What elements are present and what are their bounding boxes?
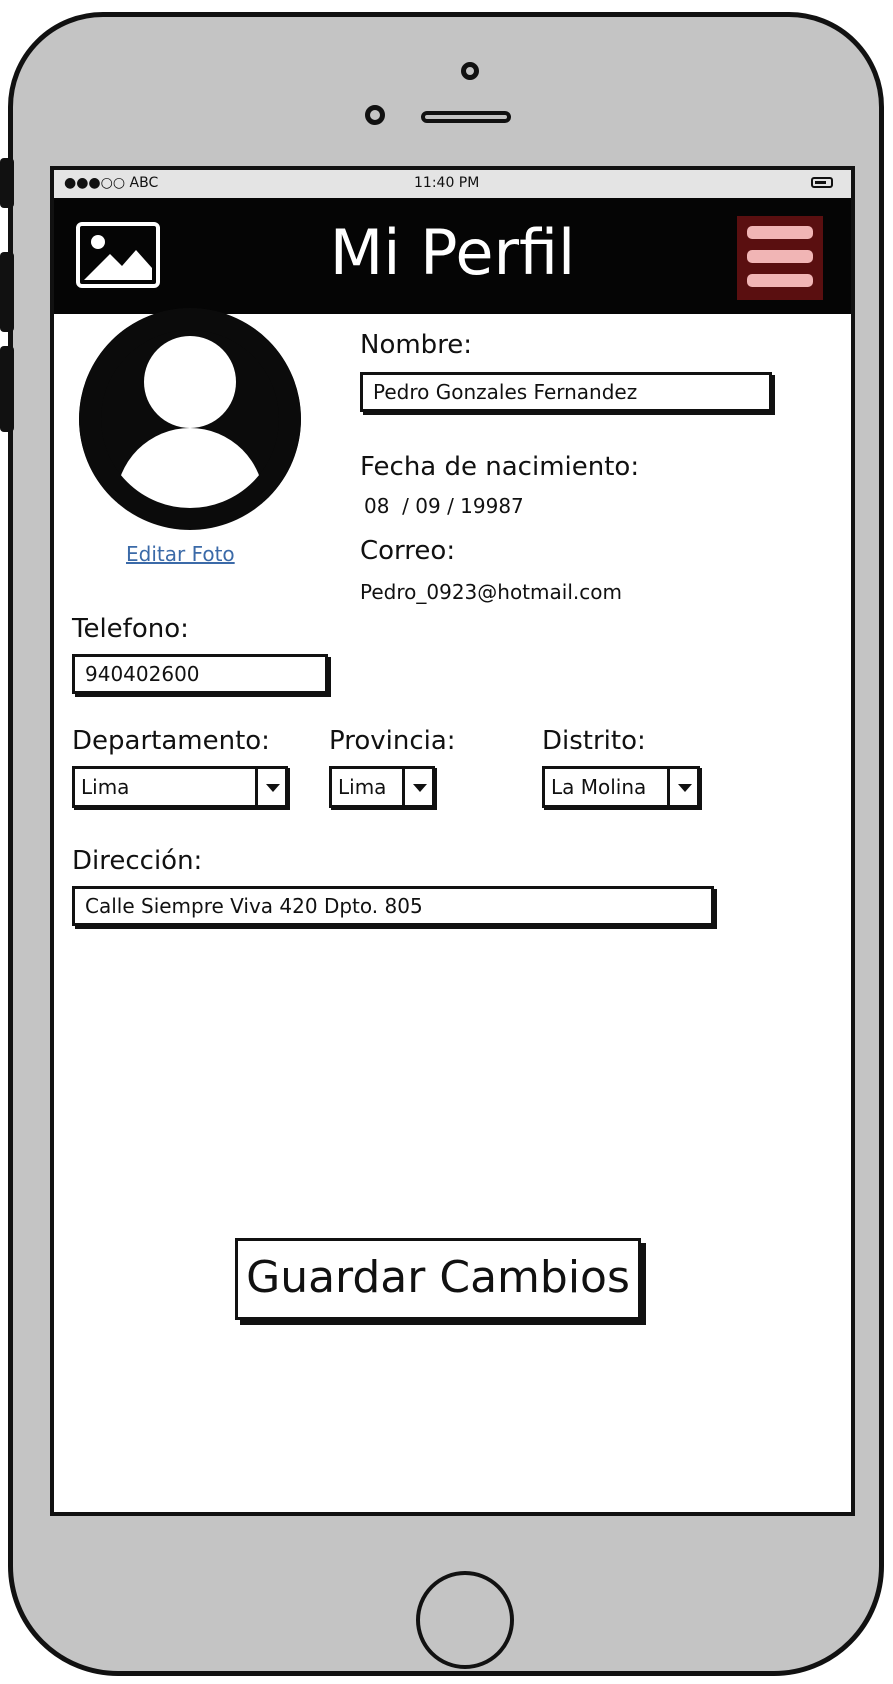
departamento-value: Lima (81, 775, 130, 799)
nombre-label: Nombre: (360, 330, 473, 360)
proximity-sensor (365, 105, 385, 125)
header-bar: Mi Perfil (54, 198, 851, 314)
page-title: Mi Perfil (329, 216, 576, 289)
provincia-label: Provincia: (329, 726, 456, 756)
front-camera (461, 62, 479, 80)
nombre-field[interactable]: Pedro Gonzales Fernandez (360, 372, 772, 412)
mute-switch[interactable] (0, 158, 14, 208)
status-time: 11:40 PM (414, 175, 480, 191)
earpiece-speaker (421, 111, 511, 123)
chevron-down-icon[interactable] (667, 769, 697, 805)
telefono-label: Telefono: (72, 614, 189, 644)
home-button[interactable] (416, 1571, 514, 1669)
save-changes-button[interactable]: Guardar Cambios (235, 1238, 641, 1320)
hamburger-menu-icon[interactable] (737, 216, 823, 300)
status-bar: ●●●○○ ABC 11:40 PM (54, 170, 851, 198)
fecha-label: Fecha de nacimiento: (360, 452, 640, 482)
distrito-select[interactable]: La Molina (542, 766, 700, 808)
chevron-down-icon[interactable] (402, 769, 432, 805)
carrier-signal: ●●●○○ ABC (64, 175, 159, 191)
volume-down-button[interactable] (0, 346, 14, 432)
distrito-value: La Molina (551, 775, 647, 799)
departamento-select[interactable]: Lima (72, 766, 288, 808)
battery-icon (811, 177, 833, 188)
volume-up-button[interactable] (0, 252, 14, 332)
fecha-value: 08 / 09 / 19987 (364, 494, 524, 518)
phone-screen: ●●●○○ ABC 11:40 PM Mi Perfil Editar Foto… (50, 166, 855, 1516)
telefono-field[interactable]: 940402600 (72, 654, 328, 694)
provincia-value: Lima (338, 775, 387, 799)
provincia-select[interactable]: Lima (329, 766, 435, 808)
direccion-field[interactable]: Calle Siempre Viva 420 Dpto. 805 (72, 886, 714, 926)
direccion-label: Dirección: (72, 846, 203, 876)
departamento-label: Departamento: (72, 726, 270, 756)
correo-label: Correo: (360, 536, 456, 566)
chevron-down-icon[interactable] (255, 769, 285, 805)
correo-value: Pedro_0923@hotmail.com (360, 580, 622, 604)
edit-photo-link[interactable]: Editar Foto (126, 542, 235, 566)
distrito-label: Distrito: (542, 726, 646, 756)
user-avatar-icon[interactable] (79, 308, 301, 530)
